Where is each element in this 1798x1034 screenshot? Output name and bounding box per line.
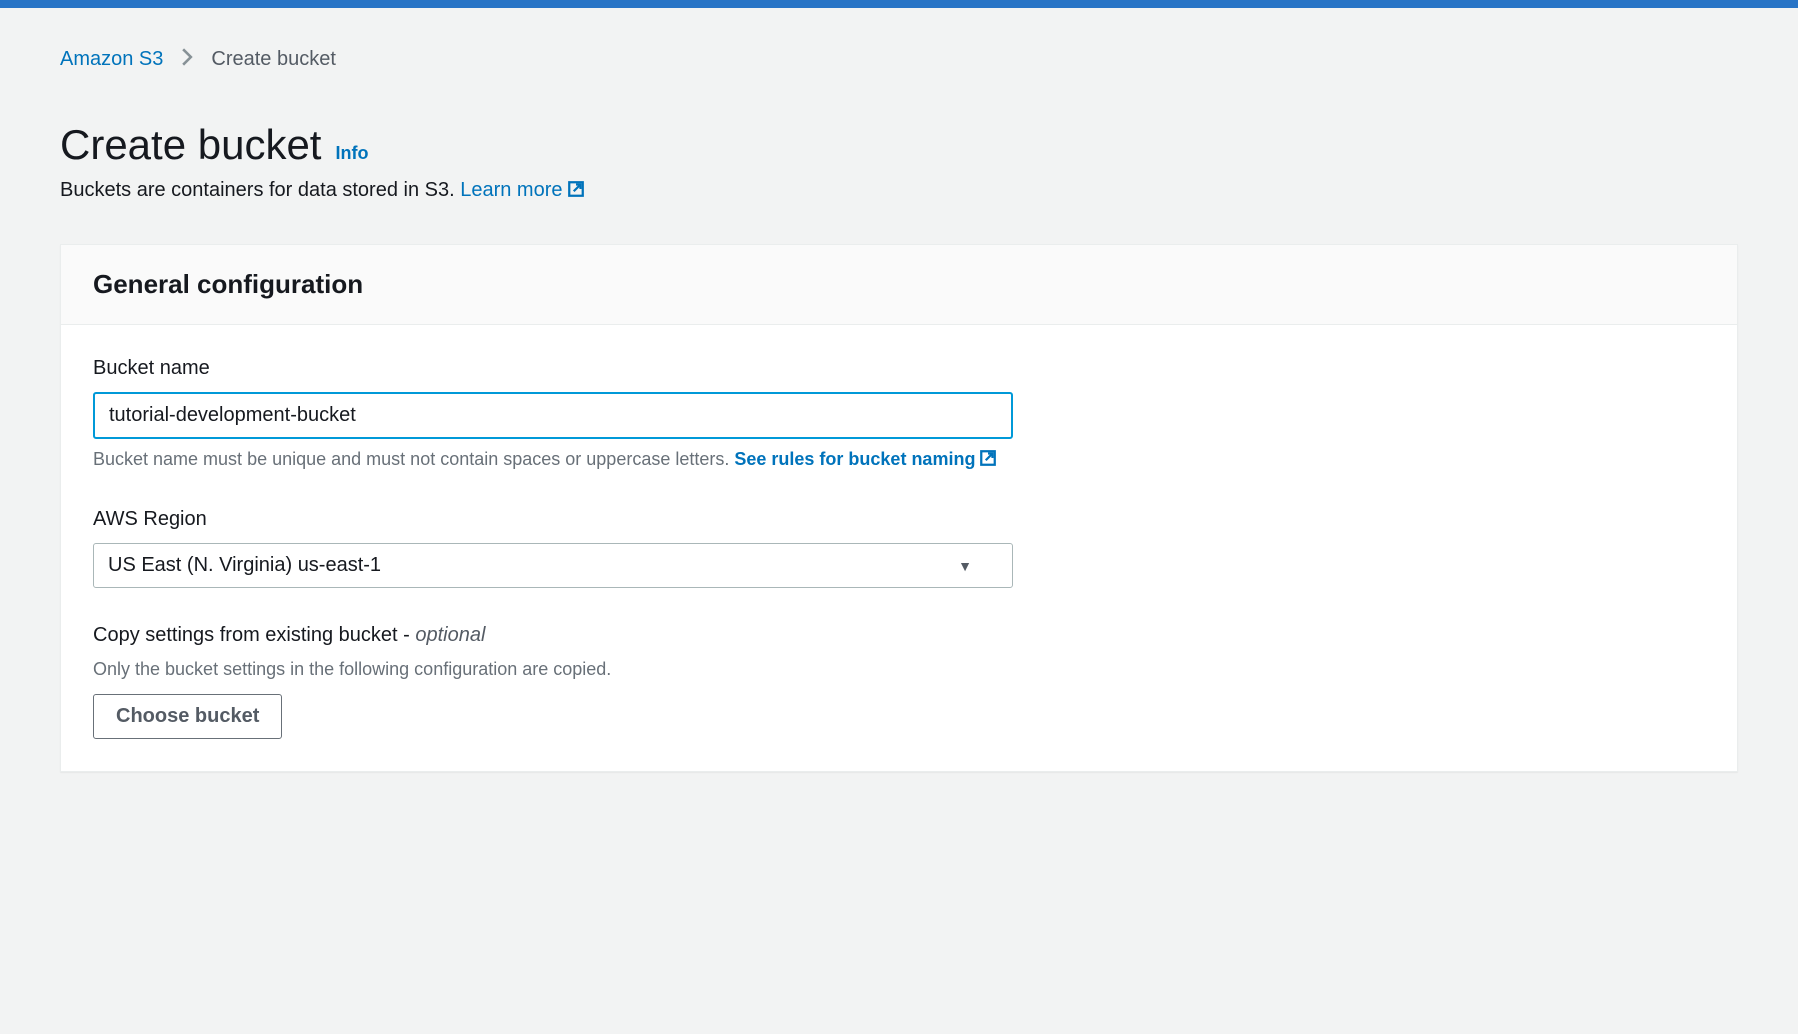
page-title: Create bucket	[60, 121, 321, 169]
learn-more-label: Learn more	[460, 179, 562, 201]
breadcrumb-root-link[interactable]: Amazon S3	[60, 48, 163, 71]
region-select-value: US East (N. Virginia) us-east-1	[108, 554, 381, 577]
copy-settings-sublabel: Only the bucket settings in the followin…	[93, 659, 1705, 680]
learn-more-link[interactable]: Learn more	[460, 179, 584, 201]
bucket-naming-rules-label: See rules for bucket naming	[734, 449, 975, 469]
info-link[interactable]: Info	[335, 143, 368, 164]
bucket-name-help-text: Bucket name must be unique and must not …	[93, 449, 734, 469]
region-select-wrapper: US East (N. Virginia) us-east-1 ▼	[93, 543, 1013, 588]
bucket-name-group: Bucket name Bucket name must be unique a…	[93, 357, 1705, 472]
copy-settings-label-text: Copy settings from existing bucket -	[93, 624, 415, 646]
chevron-right-icon	[181, 48, 193, 71]
page-subtitle: Buckets are containers for data stored i…	[60, 179, 1738, 204]
breadcrumb-current: Create bucket	[211, 48, 336, 71]
external-link-icon	[979, 449, 997, 472]
bucket-name-input[interactable]	[93, 392, 1013, 439]
page-subtitle-text: Buckets are containers for data stored i…	[60, 179, 460, 201]
panel-header: General configuration	[61, 245, 1737, 325]
general-config-panel: General configuration Bucket name Bucket…	[60, 244, 1738, 772]
bucket-name-help: Bucket name must be unique and must not …	[93, 449, 1705, 472]
copy-settings-optional: optional	[415, 624, 485, 646]
region-label: AWS Region	[93, 508, 1705, 531]
choose-bucket-button[interactable]: Choose bucket	[93, 694, 282, 739]
copy-settings-group: Copy settings from existing bucket - opt…	[93, 624, 1705, 739]
caret-down-icon: ▼	[958, 558, 972, 574]
top-bar	[0, 0, 1798, 8]
copy-settings-label: Copy settings from existing bucket - opt…	[93, 624, 1705, 647]
region-select[interactable]: US East (N. Virginia) us-east-1 ▼	[93, 543, 1013, 588]
panel-title: General configuration	[93, 269, 1705, 300]
panel-body: Bucket name Bucket name must be unique a…	[61, 325, 1737, 771]
bucket-naming-rules-link[interactable]: See rules for bucket naming	[734, 449, 997, 469]
page-title-row: Create bucket Info	[60, 121, 1738, 169]
breadcrumb: Amazon S3 Create bucket	[60, 48, 1738, 71]
region-group: AWS Region US East (N. Virginia) us-east…	[93, 508, 1705, 588]
main-content: Amazon S3 Create bucket Create bucket In…	[0, 8, 1798, 812]
external-link-icon	[567, 180, 585, 204]
bucket-name-label: Bucket name	[93, 357, 1705, 380]
